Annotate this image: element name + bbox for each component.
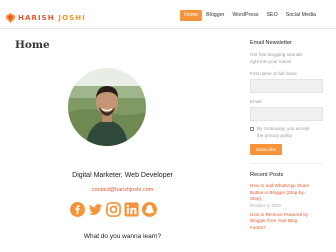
- newsletter-heading: Email Newsletter: [250, 40, 292, 46]
- nav-item-seo[interactable]: SEO: [263, 10, 282, 21]
- profile-photo: [68, 68, 146, 146]
- newsletter-text-line-2: right into your inbox!: [250, 58, 292, 64]
- nav-item-blogger[interactable]: Blogger: [202, 10, 228, 21]
- facebook-icon[interactable]: [70, 202, 85, 217]
- header-divider: [0, 28, 336, 29]
- subscribe-button[interactable]: Subscribe: [250, 144, 282, 155]
- privacy-consent-checkbox[interactable]: [250, 127, 254, 131]
- email-field-label: Email: [250, 99, 262, 104]
- name-field-label: First name or full name: [250, 71, 297, 76]
- nav-item-wordpress[interactable]: WordPress: [228, 10, 262, 21]
- site-header: HARISH JOSHI Home Blogger WordPress SEO …: [0, 0, 336, 36]
- privacy-consent-text-line-2: the privacy policy: [257, 132, 293, 138]
- sidebar: Email Newsletter Get free blogging tutor…: [250, 40, 326, 231]
- social-links: [70, 202, 157, 217]
- name-field[interactable]: [250, 79, 323, 93]
- site-logo[interactable]: HARISH JOSHI: [6, 13, 86, 23]
- linkedin-icon[interactable]: [124, 202, 139, 217]
- logo-last-name: JOSHI: [58, 14, 86, 22]
- snapchat-icon[interactable]: [142, 202, 157, 217]
- page-title: Home: [15, 39, 50, 51]
- email-field[interactable]: [250, 107, 323, 121]
- instagram-icon[interactable]: [106, 202, 121, 217]
- recent-post-1[interactable]: How to add WhatsApp Share Button in Blog…: [250, 183, 326, 209]
- twitter-icon[interactable]: [88, 202, 103, 217]
- contact-email-link[interactable]: contact@harishjoshi.com: [65, 187, 180, 193]
- nav-item-social-media[interactable]: Social Media: [282, 10, 320, 21]
- logo-text: HARISH JOSHI: [18, 14, 86, 22]
- main-nav: Home Blogger WordPress SEO Social Media: [180, 10, 320, 21]
- avatar: [68, 68, 146, 146]
- tagline: Digital Marketer, Web Developer: [72, 172, 173, 179]
- recent-posts-heading: Recent Posts: [250, 172, 284, 178]
- nav-item-home[interactable]: Home: [180, 10, 203, 21]
- privacy-consent: By continuing, you accept the privacy po…: [250, 126, 326, 139]
- sidebar-divider: [250, 163, 323, 164]
- recent-post-date: October 3, 2020: [250, 202, 281, 208]
- recent-post-2[interactable]: How to Remove Powered by Blogger from Yo…: [250, 212, 326, 232]
- learn-question-heading: What do you wanna learn?: [83, 233, 162, 240]
- recent-post-title-line-3[interactable]: Footer?: [250, 225, 326, 232]
- privacy-consent-text-line-1: By continuing, you accept: [257, 126, 310, 131]
- logo-mark-icon: [6, 13, 15, 23]
- logo-first-name: HARISH: [18, 14, 55, 22]
